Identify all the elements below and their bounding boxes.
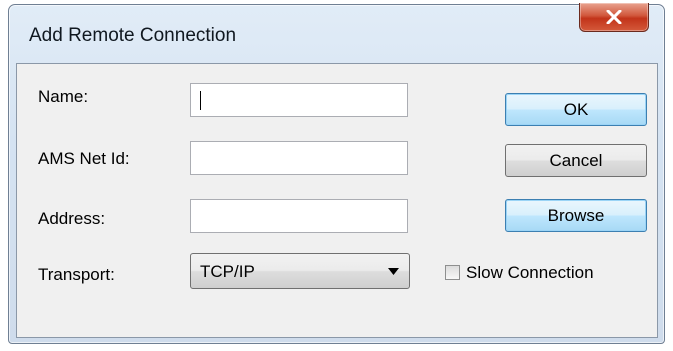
dialog-client-area: Name: AMS Net Id: Address: Transport: TC… [16,63,658,338]
transport-select[interactable]: TCP/IP [190,253,410,289]
name-label: Name: [38,87,89,106]
ams-net-id-input[interactable] [190,141,408,175]
close-button[interactable] [579,3,649,32]
text-caret [200,91,201,110]
ok-button[interactable]: OK [505,93,647,126]
chevron-down-icon [388,268,399,275]
dialog-title: Add Remote Connection [29,25,237,46]
slow-connection-checkbox[interactable] [445,265,460,280]
browse-button[interactable]: Browse [505,199,647,232]
transport-selected-value: TCP/IP [200,262,255,281]
cancel-button[interactable]: Cancel [505,144,647,177]
name-input[interactable] [190,83,408,117]
slow-connection-label[interactable]: Slow Connection [466,263,594,283]
dialog-window: Add Remote Connection Name: AMS Net Id: … [8,3,665,344]
ams-net-id-label: AMS Net Id: [38,149,130,168]
close-icon [606,10,622,24]
transport-label: Transport: [38,265,115,284]
address-label: Address: [38,209,106,228]
address-input[interactable] [190,199,408,233]
